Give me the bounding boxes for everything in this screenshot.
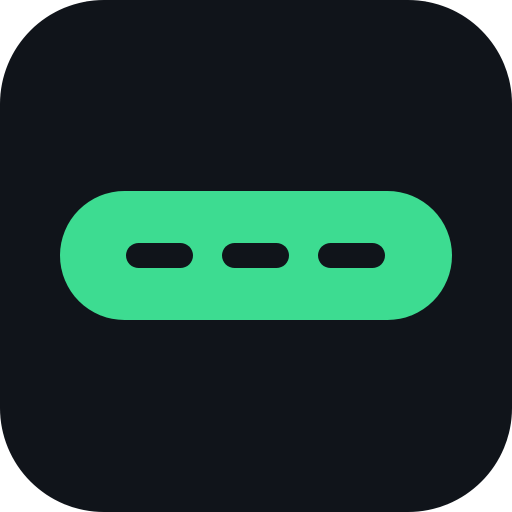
masked-character-dash <box>318 243 385 268</box>
masked-character-dash <box>222 243 289 268</box>
masked-character-dash <box>126 243 193 268</box>
app-icon <box>0 0 512 512</box>
password-field-pill <box>60 191 452 320</box>
